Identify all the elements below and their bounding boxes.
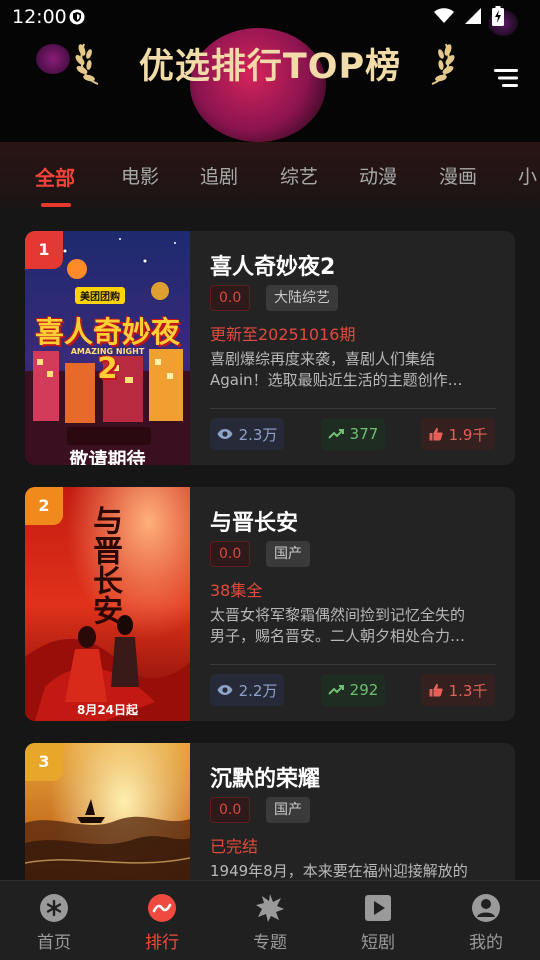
card-title[interactable]: 喜人奇妙夜2 [210, 249, 335, 281]
update-status: 已完结 [210, 837, 259, 856]
views-count: 2.3万 [238, 425, 278, 444]
tab-series[interactable]: 追剧 [200, 162, 238, 189]
description: 喜剧爆综再度来袭，喜剧人们集结 Again！选取最贴近生活的主题创作… [210, 349, 496, 391]
poster-subtitle: AMAZING NIGHT [70, 347, 145, 356]
rank-badge: 3 [25, 743, 63, 781]
nav-label: 排行 [145, 933, 179, 953]
ranking-card[interactable]: 美团团购 喜人奇妙夜2 AMAZING NIGHT 敬请期待 1 喜人奇妙夜2 … [25, 231, 515, 465]
nav-short-drama[interactable]: 短剧 [324, 881, 432, 960]
tab-novel[interactable]: 小 [518, 162, 537, 189]
poster-footer: 敬请期待 [69, 449, 146, 465]
ranking-card[interactable]: 与晋长安 8月24日起 2 与晋长安 0.0 国产 38集全 太晋女将军黎霜偶然… [25, 487, 515, 721]
genre-tag: 国产 [266, 797, 310, 823]
menu-icon[interactable] [492, 66, 520, 90]
likes-stat[interactable]: 1.3千 [421, 674, 495, 706]
trend-stat: 292 [321, 674, 385, 706]
views-stat: 2.3万 [210, 418, 284, 450]
tab-variety[interactable]: 综艺 [280, 162, 318, 189]
rank-badge: 1 [25, 231, 63, 269]
status-bar: 12:00 [0, 0, 540, 34]
divider [210, 664, 496, 665]
genre-tag: 国产 [266, 541, 310, 567]
likes-count: 1.9千 [448, 425, 488, 444]
trend-count: 377 [349, 425, 379, 443]
description-line-1: 喜剧爆综再度来袭，喜剧人们集结 [210, 350, 436, 368]
tab-active-indicator [41, 203, 71, 207]
ranking-list[interactable]: 美团团购 喜人奇妙夜2 AMAZING NIGHT 敬请期待 1 喜人奇妙夜2 … [0, 208, 540, 880]
tab-movie[interactable]: 电影 [121, 162, 159, 189]
nav-ranking[interactable]: 排行 [108, 881, 216, 960]
description-line-1: 太晋女将军黎霜偶然间捡到记忆全失的 [210, 606, 466, 624]
score-badge: 0.0 [210, 541, 251, 567]
poster-image: 与晋长安 8月24日起 2 [25, 487, 190, 721]
description-line-2: Again！选取最贴近生活的主题创作… [210, 371, 463, 389]
rank-badge: 2 [25, 487, 63, 525]
thumbs-up-icon [429, 427, 443, 441]
nav-label: 我的 [469, 933, 503, 953]
nav-label: 短剧 [361, 933, 395, 953]
shield-icon [69, 9, 85, 25]
play-square-icon [365, 895, 391, 921]
description: 太晋女将军黎霜偶然间捡到记忆全失的 男子，赐名晋安。二人朝夕相处合力… [210, 605, 496, 647]
status-time: 12:00 [12, 6, 67, 28]
ranking-card[interactable]: 3 沉默的荣耀 0.0 国产 已完结 1949年8月，本来要在福州迎接解放的 [25, 743, 515, 880]
tab-comics[interactable]: 漫画 [439, 162, 477, 189]
tab-anime[interactable]: 动漫 [359, 162, 397, 189]
description-line-1: 1949年8月，本来要在福州迎接解放的 [210, 862, 468, 880]
poster-footer: 8月24日起 [76, 703, 139, 717]
nav-profile[interactable]: 我的 [432, 881, 540, 960]
score-badge: 0.0 [210, 285, 251, 311]
page-title: 优选排行TOP榜 [138, 47, 402, 87]
nav-label: 首页 [37, 933, 71, 953]
starburst-icon [256, 894, 284, 922]
trend-circle-icon [148, 894, 176, 922]
nav-label: 专题 [253, 933, 287, 953]
update-status: 38集全 [210, 581, 263, 600]
poster-badge: 美团团购 [75, 287, 125, 304]
trending-up-icon [327, 685, 344, 695]
score-badge: 0.0 [210, 797, 251, 823]
trending-up-icon [327, 429, 344, 439]
signal-icon [465, 8, 481, 24]
nav-home[interactable]: 首页 [0, 881, 108, 960]
likes-stat[interactable]: 1.9千 [421, 418, 495, 450]
views-count: 2.2万 [238, 681, 278, 700]
user-circle-icon [472, 894, 500, 922]
nav-topics[interactable]: 专题 [216, 881, 324, 960]
description-line-2: 男子，赐名晋安。二人朝夕相处合力… [210, 627, 466, 645]
divider [210, 408, 496, 409]
eye-icon [217, 685, 233, 695]
poster-image: 3 [25, 743, 190, 880]
description: 1949年8月，本来要在福州迎接解放的 [210, 861, 496, 880]
asterisk-circle-icon [40, 894, 68, 922]
tab-all[interactable]: 全部 [35, 162, 75, 191]
trend-stat: 377 [321, 418, 385, 450]
likes-count: 1.3千 [448, 681, 488, 700]
update-status: 更新至20251016期 [210, 325, 356, 344]
wifi-icon [434, 8, 454, 23]
poster-title-art: 与晋长安 [87, 505, 122, 625]
card-title[interactable]: 沉默的荣耀 [210, 761, 320, 793]
bottom-navigation: 首页 排行 专题 短剧 我的 [0, 880, 540, 960]
battery-charging-icon [492, 6, 504, 26]
card-title[interactable]: 与晋长安 [210, 505, 298, 537]
eye-icon [217, 429, 233, 439]
genre-tag: 大陆综艺 [266, 285, 338, 311]
poster-image: 美团团购 喜人奇妙夜2 AMAZING NIGHT 敬请期待 1 [25, 231, 190, 465]
category-tabs: 全部 电影 追剧 综艺 动漫 漫画 小 [0, 142, 540, 208]
trend-count: 292 [349, 681, 379, 699]
views-stat: 2.2万 [210, 674, 284, 706]
thumbs-up-icon [429, 683, 443, 697]
